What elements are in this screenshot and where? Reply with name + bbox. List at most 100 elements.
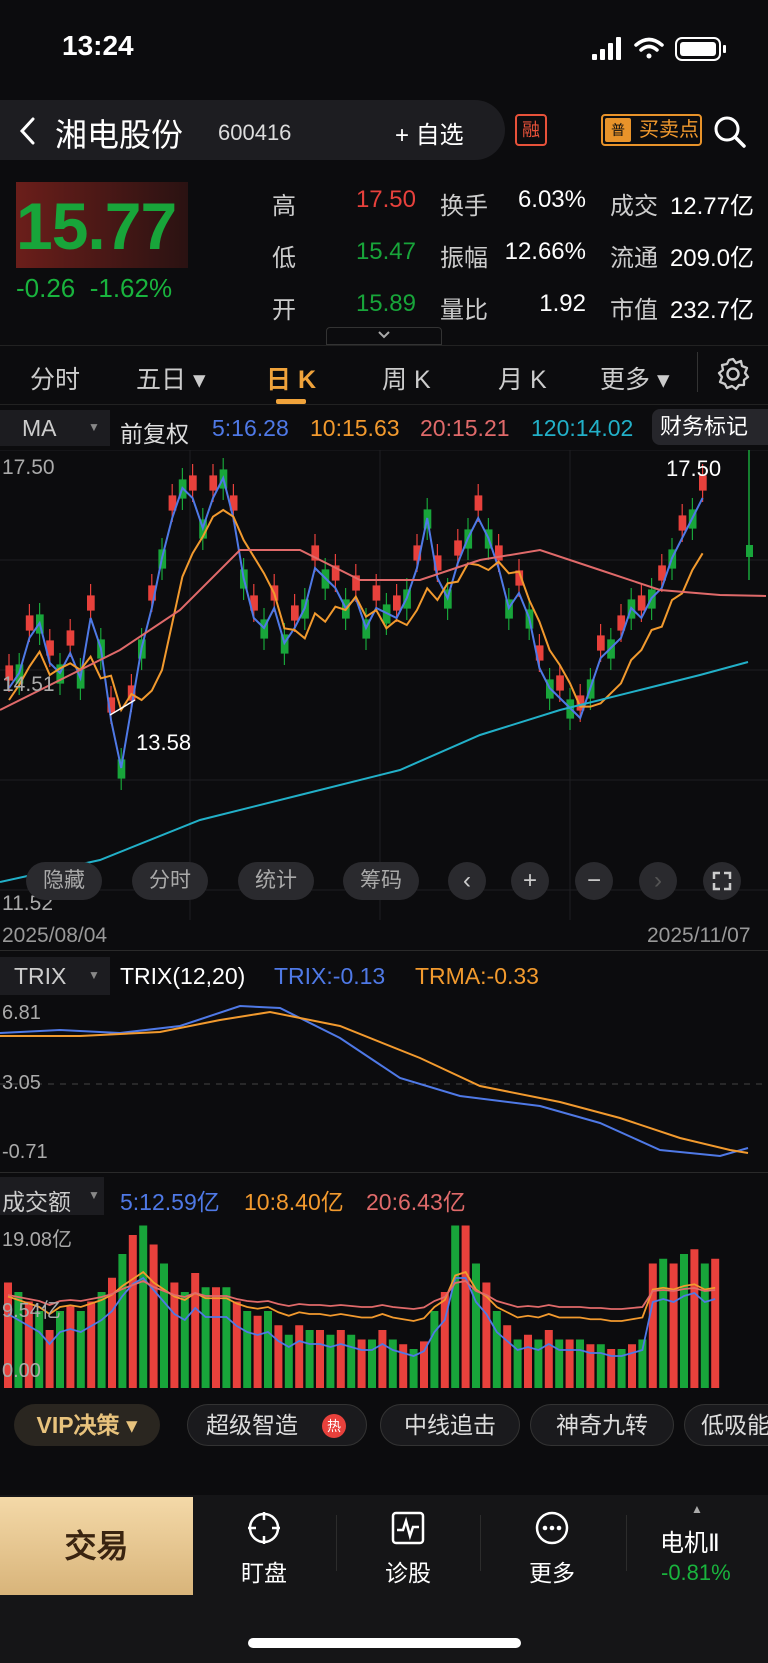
gear-icon[interactable] [715, 356, 751, 392]
amount-bar [503, 1325, 512, 1388]
strategy-magic-nine[interactable]: 神奇九转 [530, 1404, 674, 1446]
tab-day-k[interactable]: 日 K [266, 360, 316, 396]
low-label: 低 [272, 245, 296, 272]
vip-decision-button[interactable]: VIP决策 ▾ [14, 1404, 160, 1446]
amount-bar [700, 1263, 709, 1388]
amount-bar [128, 1235, 137, 1388]
chevron-right-icon: › [654, 867, 662, 894]
fenshi-button[interactable]: 分时 [132, 862, 208, 900]
amount-chart[interactable] [0, 1218, 768, 1390]
zoom-in-button[interactable]: + [511, 862, 549, 900]
trade-button[interactable]: 交易 [0, 1497, 193, 1595]
candle [746, 545, 753, 557]
ma120-value: 120:14.02 [531, 415, 634, 441]
amount-bar [648, 1263, 657, 1388]
amount-bar [524, 1334, 532, 1388]
amount-bar [139, 1225, 148, 1388]
trix-select-label: TRIX [14, 963, 67, 989]
tab-month-k[interactable]: 月 K [498, 360, 547, 396]
amount-bar [596, 1344, 605, 1388]
amount-bar [368, 1339, 376, 1388]
adjust-mode[interactable]: 前复权 [120, 415, 189, 449]
amount-ma5: 5:12.59亿 [120, 1189, 220, 1215]
amount-bar [45, 1330, 54, 1388]
strategy-mid-term[interactable]: 中线追击 [380, 1404, 520, 1446]
chips-button[interactable]: 筹码 [343, 862, 419, 900]
axis-high-label: 17.50 [2, 456, 55, 479]
margin-badge[interactable]: 融 [515, 114, 547, 146]
ma10-value: 10:15.63 [310, 415, 400, 441]
amount-bar [378, 1330, 387, 1388]
candle [637, 595, 646, 611]
amount-bar [149, 1244, 158, 1388]
pulse-chart-icon [391, 1511, 425, 1545]
amount-bar [461, 1225, 470, 1388]
amount-bar [180, 1292, 189, 1388]
strategy-low-buy[interactable]: 低吸能 [684, 1404, 768, 1446]
trix-chart[interactable] [0, 998, 768, 1173]
dropdown-icon: ▼ [88, 968, 100, 982]
amount-axis-bottom: 0.00 [2, 1360, 41, 1382]
amount-bar [659, 1258, 668, 1388]
scroll-right-button[interactable]: › [639, 862, 677, 900]
change-value: -0.26 [16, 273, 76, 303]
more-dots-icon [535, 1511, 569, 1545]
tab-week-k[interactable]: 周 K [382, 360, 431, 396]
trix-name: TRIX(12,20) [120, 963, 246, 989]
back-icon[interactable] [18, 116, 38, 146]
target-icon [248, 1512, 280, 1544]
add-favorite-button[interactable]: + 自选 [395, 115, 464, 150]
divider [0, 950, 768, 951]
minus-icon: − [586, 867, 601, 894]
amount-bar [555, 1339, 564, 1388]
amount-bar [76, 1311, 85, 1388]
mcap-value: 232.7亿 [669, 297, 754, 324]
amount-bar [336, 1330, 345, 1388]
tab-five-day[interactable]: 五日 ▾ [136, 360, 206, 396]
hide-button[interactable]: 隐藏 [26, 862, 102, 900]
buy-sell-point-button[interactable]: 普买卖点 [601, 114, 702, 146]
expand-quote-button[interactable] [326, 327, 442, 345]
low-marker: 13.58 [136, 730, 192, 755]
stats-button[interactable]: 统计 [238, 862, 314, 900]
ma20-value: 20:15.21 [420, 415, 510, 441]
wifi-icon [634, 37, 664, 59]
period-tabs: 分时 五日 ▾ 日 K 周 K 月 K 更多 ▾ [0, 345, 768, 405]
diagnose-button[interactable]: 诊股 [368, 1510, 448, 1588]
ma120-line [0, 661, 749, 883]
amount-ma20: 20:6.43亿 [366, 1189, 466, 1215]
candle [291, 605, 299, 621]
zoom-out-button[interactable]: − [575, 862, 613, 900]
watch-button[interactable]: 盯盘 [224, 1510, 304, 1588]
search-icon[interactable] [710, 112, 750, 152]
amount-bar [316, 1330, 324, 1388]
amount-bar [87, 1301, 96, 1388]
tab-more[interactable]: 更多 ▾ [600, 360, 670, 396]
amount-bar [66, 1306, 75, 1388]
candle [556, 675, 564, 691]
turnover-value: 6.03% [517, 186, 586, 213]
amount-bar [118, 1254, 127, 1388]
scroll-left-button[interactable]: ‹ [448, 862, 486, 900]
tab-fenshi[interactable]: 分时 [30, 360, 80, 396]
strategy-super-manufacture[interactable]: 超级智造热 [187, 1404, 367, 1446]
amount-bar [305, 1330, 314, 1388]
amount-bar [97, 1292, 106, 1388]
amount-bar [472, 1263, 480, 1388]
amount-bar [264, 1311, 272, 1388]
financial-marks-button[interactable]: 财务标记 [652, 409, 768, 445]
low-value: 15.47 [355, 238, 416, 265]
more-button[interactable]: 更多 [512, 1510, 592, 1588]
high-label: 高 [272, 193, 296, 220]
amount-bar [420, 1341, 428, 1388]
sector-name[interactable]: 电机Ⅱ [660, 1523, 720, 1558]
amount-bar [690, 1249, 699, 1388]
amplitude-value: 12.66% [504, 238, 586, 265]
open-label: 开 [272, 297, 296, 324]
amount-bar [274, 1325, 283, 1388]
trix-axis-mid: 3.05 [2, 1072, 41, 1094]
fullscreen-button[interactable] [703, 862, 741, 900]
amount-bar [430, 1311, 439, 1388]
amount-axis-mid: 9.54亿 [2, 1300, 61, 1322]
amount-ma10: 10:8.40亿 [244, 1189, 344, 1215]
